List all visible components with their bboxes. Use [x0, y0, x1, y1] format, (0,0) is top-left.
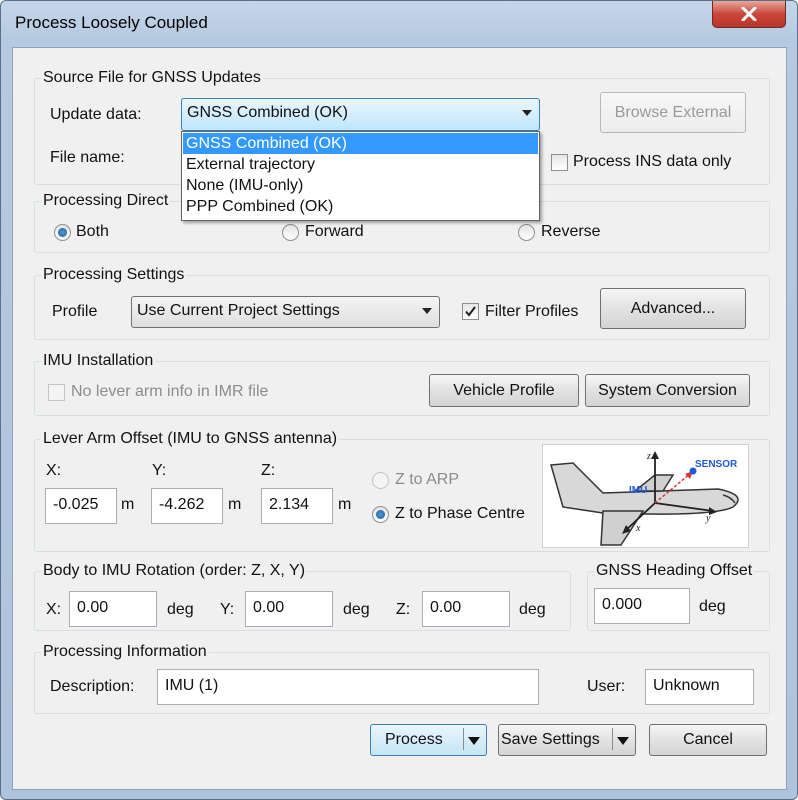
vehicle-profile-button[interactable]: Vehicle Profile [429, 374, 579, 407]
direction-both-radio[interactable] [54, 224, 71, 241]
diagram-z-label: z [646, 451, 651, 462]
heading-input[interactable]: 0.000 [594, 588, 690, 624]
direction-reverse-label: Reverse [541, 223, 601, 240]
description-label: Description: [50, 678, 135, 695]
heading-unit: deg [699, 598, 726, 615]
close-icon [741, 7, 757, 21]
description-input[interactable]: IMU (1) [157, 669, 539, 705]
chevron-down-icon [522, 110, 532, 116]
rotation-x-input[interactable]: 0.00 [69, 591, 157, 627]
user-label: User: [587, 678, 626, 695]
diagram-sensor-label: SENSOR [695, 459, 738, 470]
browse-external-button[interactable]: Browse External [600, 92, 746, 133]
rotation-z-label: Z: [396, 601, 411, 618]
z-to-phase-radio[interactable] [372, 506, 389, 523]
save-settings-button[interactable]: Save Settings [498, 724, 636, 756]
info-legend: Processing Information [41, 643, 209, 661]
dropdown-option-none-imu-only[interactable]: None (IMU-only) [183, 175, 538, 196]
diagram-imu-label: IMU [629, 485, 647, 496]
close-button[interactable] [712, 1, 786, 28]
imu-sensor-diagram: IMU SENSOR z y x [542, 444, 749, 548]
source-file-legend: Source File for GNSS Updates [41, 69, 263, 87]
diagram-x-label: x [635, 523, 641, 534]
rotation-z-input[interactable]: 0.00 [422, 591, 510, 627]
heading-legend: GNSS Heading Offset [594, 562, 755, 580]
update-data-dropdown-list: GNSS Combined (OK) External trajectory N… [181, 131, 540, 221]
profile-label: Profile [52, 303, 98, 320]
direction-forward-radio[interactable] [282, 224, 299, 241]
chevron-down-icon [422, 308, 432, 314]
profile-value: Use Current Project Settings [137, 302, 340, 319]
process-label: Process [385, 731, 443, 748]
lever-z-label: Z: [261, 462, 276, 479]
rotation-x-label: X: [46, 601, 62, 618]
process-dropdown-arrow-icon[interactable] [468, 737, 480, 745]
save-dropdown-arrow-icon[interactable] [617, 737, 629, 745]
rotation-z-unit: deg [519, 601, 546, 618]
dropdown-option-gnss-combined[interactable]: GNSS Combined (OK) [183, 133, 538, 154]
dialog-client: Source File for GNSS Updates Update data… [12, 47, 787, 790]
rotation-y-label: Y: [220, 601, 235, 618]
title-bar: Process Loosely Coupled [1, 1, 797, 47]
lever-x-label: X: [46, 462, 62, 479]
z-to-phase-label: Z to Phase Centre [395, 505, 525, 522]
file-name-label: File name: [50, 149, 125, 166]
save-settings-label: Save Settings [501, 731, 600, 748]
direction-forward-label: Forward [305, 223, 364, 240]
direction-both-label: Both [76, 223, 109, 240]
filter-profiles-checkbox[interactable] [462, 303, 479, 320]
diagram-y-label: y [705, 513, 711, 524]
update-data-label: Update data: [50, 106, 142, 123]
user-input[interactable]: Unknown [645, 669, 754, 705]
rotation-y-unit: deg [343, 601, 370, 618]
rotation-y-input[interactable]: 0.00 [245, 591, 333, 627]
ins-only-checkbox[interactable] [551, 154, 568, 171]
z-to-arp-label: Z to ARP [395, 471, 460, 488]
window-title: Process Loosely Coupled [15, 13, 208, 32]
lever-arm-info-checkbox[interactable] [48, 384, 65, 401]
update-data-select[interactable]: GNSS Combined (OK) [181, 98, 540, 131]
checkmark-icon [465, 306, 476, 317]
lever-x-input[interactable]: -0.025 [45, 488, 117, 524]
ins-only-label: Process INS data only [573, 153, 732, 170]
dropdown-option-external-trajectory[interactable]: External trajectory [183, 154, 538, 175]
imu-installation-legend: IMU Installation [41, 352, 156, 370]
update-data-value: GNSS Combined (OK) [187, 104, 348, 121]
direction-legend: Processing Direct [41, 192, 171, 210]
profile-select[interactable]: Use Current Project Settings [131, 296, 440, 328]
lever-z-input[interactable]: 2.134 [261, 488, 333, 524]
lever-y-unit: m [228, 496, 242, 513]
direction-reverse-radio[interactable] [518, 224, 535, 241]
lever-x-unit: m [121, 496, 135, 513]
advanced-button[interactable]: Advanced... [600, 288, 746, 329]
rotation-x-unit: deg [167, 601, 194, 618]
process-split-separator [463, 728, 464, 750]
lever-arm-legend: Lever Arm Offset (IMU to GNSS antenna) [41, 430, 340, 448]
lever-y-label: Y: [152, 462, 167, 479]
settings-legend: Processing Settings [41, 266, 187, 284]
save-split-separator [612, 728, 613, 750]
system-conversion-button[interactable]: System Conversion [585, 374, 750, 407]
z-to-arp-radio[interactable] [372, 472, 389, 489]
airplane-icon: IMU SENSOR z y x [550, 451, 739, 546]
dialog-window: Process Loosely Coupled Source File for … [0, 0, 798, 800]
dropdown-option-ppp-combined[interactable]: PPP Combined (OK) [183, 196, 538, 217]
lever-y-input[interactable]: -4.262 [151, 488, 223, 524]
rotation-legend: Body to IMU Rotation (order: Z, X, Y) [41, 562, 308, 580]
lever-z-unit: m [338, 496, 352, 513]
lever-arm-info-label: No lever arm info in IMR file [71, 383, 269, 400]
filter-profiles-label: Filter Profiles [485, 303, 579, 320]
cancel-button[interactable]: Cancel [649, 724, 767, 756]
